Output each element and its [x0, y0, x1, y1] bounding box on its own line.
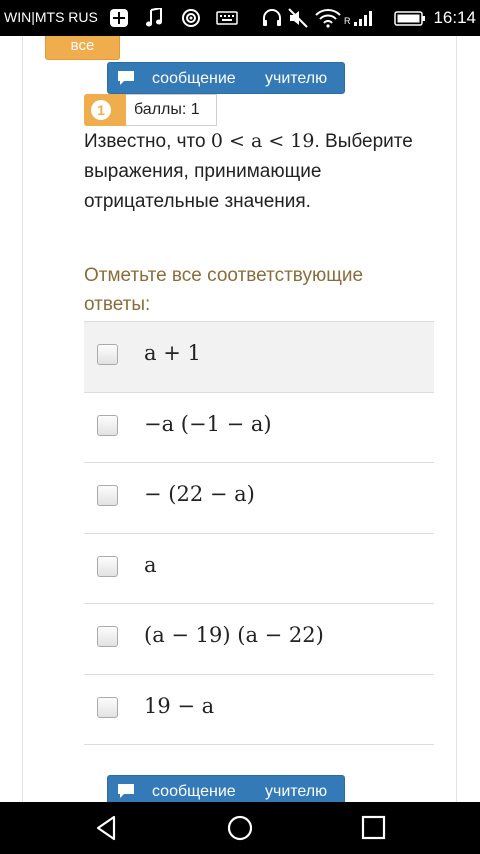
answer-checkbox[interactable] [97, 485, 118, 506]
headphones-icon [261, 8, 283, 28]
signal-icon: R [344, 8, 378, 28]
answer-label: −a (−1 − a) [144, 411, 272, 436]
message-button-label-2: учителю [265, 783, 328, 800]
answer-option[interactable]: − (22 − a) [84, 463, 434, 534]
page-content: все сообщение учителю 1 баллы: 1 Известн… [0, 36, 480, 802]
svg-text:R: R [344, 16, 351, 26]
points-label: баллы: 1 [126, 94, 217, 126]
all-questions-button[interactable]: все [45, 36, 120, 60]
message-button-label-2: учителю [265, 70, 328, 87]
answer-checkbox[interactable] [97, 696, 118, 718]
message-button-label: сообщение [152, 70, 236, 87]
question-number: 1 [91, 100, 111, 120]
answer-label: (a − 19) (a − 22) [144, 623, 324, 647]
frame-border-left [22, 36, 23, 802]
question-text: Известно, что 0 < a < 19. Выберите выраж… [84, 126, 414, 217]
comment-icon [117, 783, 135, 799]
answer-label: a [144, 552, 157, 577]
add-icon [108, 8, 130, 28]
answer-option[interactable]: 19 − a [84, 674, 434, 745]
back-icon[interactable] [92, 813, 122, 843]
answer-option[interactable]: a [84, 533, 434, 604]
answer-option[interactable]: −a (−1 − a) [84, 392, 434, 463]
music-icon [143, 8, 165, 28]
answer-checkbox[interactable] [97, 414, 118, 436]
frame-border-right [456, 36, 457, 802]
wifi-icon [315, 8, 341, 28]
answer-label: 19 − a [144, 693, 215, 718]
answer-checkbox[interactable] [97, 555, 118, 577]
target-icon [180, 8, 202, 28]
answer-instruction: Отметьте все соответствующие ответы: [84, 265, 364, 315]
mute-icon [287, 8, 309, 28]
message-button-label: сообщение [152, 783, 236, 800]
message-teacher-button-bottom[interactable]: сообщение учителю [107, 775, 345, 802]
keyboard-icon [216, 8, 238, 28]
question-number-badge: 1 [84, 94, 126, 126]
home-icon[interactable] [225, 813, 255, 843]
message-teacher-button[interactable]: сообщение учителю [107, 62, 345, 94]
carrier-name: WIN|MTS RUS [4, 9, 98, 25]
comment-icon [117, 70, 135, 86]
recents-icon[interactable] [359, 813, 389, 843]
answer-label: − (22 − a) [144, 482, 255, 506]
question-text-before: Известно, что [84, 131, 211, 152]
answer-label: a + 1 [144, 341, 201, 365]
answer-list: a + 1 −a (−1 − a) − (22 − a) a (a − 19) … [84, 321, 434, 745]
answer-checkbox[interactable] [97, 626, 118, 647]
battery-icon [394, 8, 426, 28]
clock: 16:14 [433, 8, 476, 27]
answer-option[interactable]: (a − 19) (a − 22) [84, 604, 434, 675]
question-condition: 0 < a < 19 [210, 130, 315, 152]
answer-option[interactable]: a + 1 [84, 322, 434, 393]
answer-checkbox[interactable] [97, 344, 118, 365]
status-bar: WIN|MTS RUS R 16:14 [0, 0, 480, 36]
navigation-bar [0, 802, 480, 854]
